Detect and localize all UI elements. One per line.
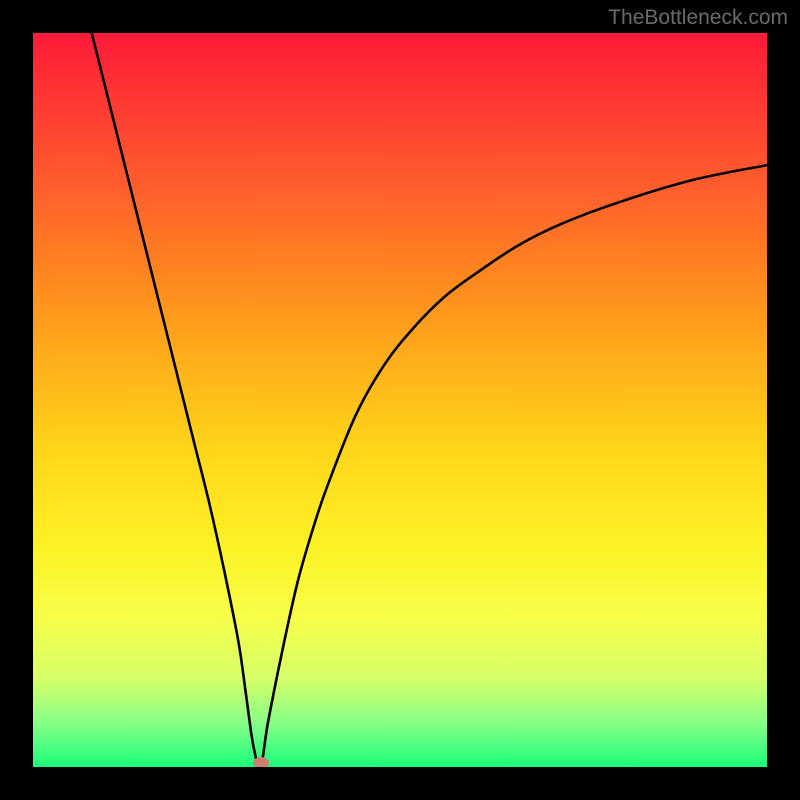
watermark-text: TheBottleneck.com <box>608 6 788 30</box>
chart-frame: TheBottleneck.com <box>0 0 800 800</box>
plot-area <box>33 33 767 767</box>
bottleneck-curve <box>33 33 767 767</box>
sweet-spot-marker <box>253 757 269 767</box>
